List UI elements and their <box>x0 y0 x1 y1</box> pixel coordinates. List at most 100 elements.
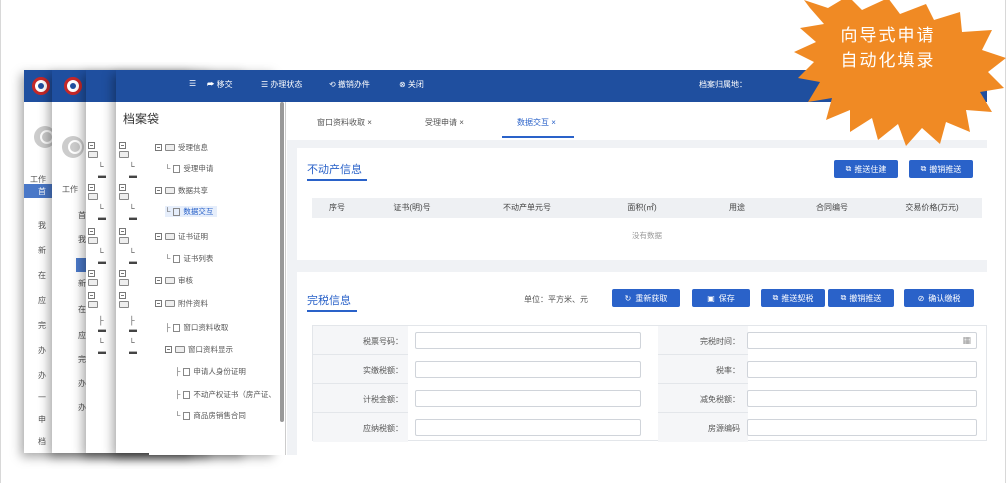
payable-tax-label: 应纳税额： <box>363 424 403 433</box>
sidebar-item[interactable]: 我 <box>78 234 86 245</box>
tax-form: 税票号码： 实缴税额： 计税金额： 应纳税额： 完税时间： ▦ 税率： 减免税额… <box>312 325 987 442</box>
tree-node-review[interactable]: 审核 <box>155 275 193 286</box>
folder-icon <box>165 144 175 151</box>
status-button[interactable]: ☰ 办理状态 <box>261 79 302 90</box>
tree-title: 档案袋 <box>123 112 160 126</box>
tree-node-certificate-list[interactable]: └ 证书列表 <box>165 253 213 264</box>
tax-ticket-number-input[interactable] <box>415 332 641 349</box>
sidebar-item[interactable]: 办 <box>78 402 86 413</box>
tree-node-attachments[interactable]: 附件资料 <box>155 298 208 309</box>
export-icon: ⧉ <box>772 293 779 302</box>
calendar-icon[interactable]: ▦ <box>962 335 971 346</box>
column-header: 合同编号 <box>816 203 848 212</box>
tree-node-window-display[interactable]: 窗口资料显示 <box>165 344 233 355</box>
sidebar-item[interactable]: 首 <box>78 210 86 221</box>
tab-data-exchange[interactable]: 数据交互 × <box>517 117 556 128</box>
sidebar-item[interactable]: 完 <box>78 354 86 365</box>
collapse-icon[interactable] <box>155 300 162 307</box>
tree-node-acceptance-apply[interactable]: └ 受理申请 <box>165 163 213 174</box>
archive-tree-panel: 档案袋 受理信息 └ 受理申请 数据共享 └ 数据交互 证书证明 └ 证书列表 审核 … <box>123 102 286 455</box>
folder-icon <box>165 187 175 194</box>
folder-icon <box>165 300 175 307</box>
collapse-icon[interactable] <box>165 346 172 353</box>
tax-rate-input[interactable] <box>747 361 977 378</box>
tax-rate-label: 税率： <box>716 366 740 375</box>
location-label: 档案归属地： <box>699 80 747 89</box>
expand-icon[interactable] <box>155 277 162 284</box>
sidebar-item[interactable]: 我 <box>38 220 46 231</box>
promo-line-2: 自动化填录 <box>840 51 936 71</box>
paid-tax-input[interactable] <box>415 361 641 378</box>
push-deed-tax-button[interactable]: ⧉ 推送契税 <box>761 289 825 307</box>
sidebar-item[interactable]: 应 <box>78 330 86 341</box>
refetch-button[interactable]: ↻ 重新获取 <box>612 289 680 307</box>
tax-reduction-label: 减免税额： <box>700 395 740 404</box>
column-header: 面积(㎡) <box>627 203 657 212</box>
housing-code-input[interactable] <box>747 419 977 436</box>
push-housing-button[interactable]: ⧉ 推送住建 <box>834 160 898 178</box>
housing-code-label: 房源编码 <box>708 424 740 433</box>
sidebar-item[interactable]: 在 <box>38 270 46 281</box>
layer-sidebar: 工作 首 我 新 在 应 完 办 办 申 <box>52 102 88 453</box>
active-tab-indicator <box>502 136 574 138</box>
tab-window-collect[interactable]: 窗口资料收取 × <box>317 117 372 128</box>
check-circle-icon: ⊘ <box>917 293 925 303</box>
tree-node-certificates[interactable]: 证书证明 <box>155 231 208 242</box>
save-button[interactable]: ▣ 保存 <box>692 289 750 307</box>
payable-tax-input[interactable] <box>415 419 641 436</box>
confirm-tax-button[interactable]: ⊘ 确认缴税 <box>904 289 974 307</box>
sidebar-item[interactable]: 在 <box>78 304 86 315</box>
empty-table-text: 没有数据 <box>632 231 662 240</box>
sidebar-item[interactable]: 新 <box>38 245 46 256</box>
title-underline <box>307 179 367 181</box>
revoke-push-button[interactable]: ⧉ 撤销推送 <box>828 289 894 307</box>
collapse-icon[interactable] <box>155 144 162 151</box>
table-icon <box>173 164 181 173</box>
tax-info-panel: 完税信息 单位：平方米、元 ↻ 重新获取 ▣ 保存 ⧉ 推送契税 ⧉ 撤销推送 ⊘ 确认缴… <box>297 272 987 455</box>
sidebar-item[interactable]: 完 <box>38 320 46 331</box>
property-info-title: 不动产信息 <box>307 164 362 176</box>
tab-acceptance-apply[interactable]: 受理申请 × <box>425 117 464 128</box>
sidebar-item[interactable]: 办 <box>38 345 46 356</box>
tax-date-input[interactable]: ▦ <box>747 332 977 349</box>
tree-scrollbar[interactable] <box>280 102 284 422</box>
promo-line-1: 向导式申请 <box>840 26 936 46</box>
sidebar-item[interactable]: 应 <box>38 295 46 306</box>
revoke-push-button[interactable]: ⧉ 撤销推送 <box>909 160 973 178</box>
tax-reduction-input[interactable] <box>747 390 977 407</box>
sidebar-item[interactable]: 档 <box>38 436 46 447</box>
tree-node-property-certificate[interactable]: ├ 不动产权证书（房产证、 <box>175 389 276 400</box>
tree-node-data-exchange[interactable]: └ 数据交互 <box>165 206 218 217</box>
taxable-amount-input[interactable] <box>415 390 641 407</box>
avatar <box>62 136 84 158</box>
transfer-button[interactable]: ⮫ 移交 <box>207 79 233 90</box>
tree-node-acceptance-info[interactable]: 受理信息 <box>155 142 208 153</box>
tax-ticket-number-label: 税票号码： <box>363 337 403 346</box>
sidebar-item[interactable]: 办 <box>38 370 46 381</box>
export-icon: ⧉ <box>840 293 847 302</box>
unit-label: 单位：平方米、元 <box>524 295 588 304</box>
menu-toggle-button[interactable]: ☰ <box>189 79 196 88</box>
sidebar-item[interactable]: 办 <box>78 378 86 389</box>
close-button[interactable]: ⊗ 关闭 <box>399 79 424 90</box>
sidebar-item[interactable]: 首 <box>38 186 46 197</box>
revoke-case-button[interactable]: ⟲ 撤销办件 <box>329 79 370 90</box>
document-icon <box>183 411 191 420</box>
table-icon <box>173 207 181 216</box>
sidebar-item[interactable]: 新 <box>78 278 86 289</box>
column-header: 证书(明)号 <box>393 203 431 212</box>
tree-node-window-collect[interactable]: ├ 窗口资料收取 <box>165 322 228 333</box>
tree-node-sales-contract[interactable]: └ 商品房销售合同 <box>175 410 246 421</box>
folder-icon <box>165 233 175 240</box>
tree-node-data-sharing[interactable]: 数据共享 <box>155 185 208 196</box>
content-area: 窗口资料收取 × 受理申请 × 数据交互 × 不动产信息 ⧉ 推送住建 ⧉ 撤销推送… <box>287 102 987 455</box>
logo-icon <box>32 77 50 95</box>
export-icon: ⧉ <box>920 164 927 173</box>
save-icon: ▣ <box>707 293 715 303</box>
column-header: 用途 <box>729 203 745 212</box>
sidebar-item[interactable]: 申 <box>38 414 46 425</box>
collapse-icon[interactable] <box>155 233 162 240</box>
sidebar-item[interactable]: 一 <box>38 392 46 403</box>
tree-node-id-proof[interactable]: ├ 申请人身份证明 <box>175 366 246 377</box>
collapse-icon[interactable] <box>155 187 162 194</box>
